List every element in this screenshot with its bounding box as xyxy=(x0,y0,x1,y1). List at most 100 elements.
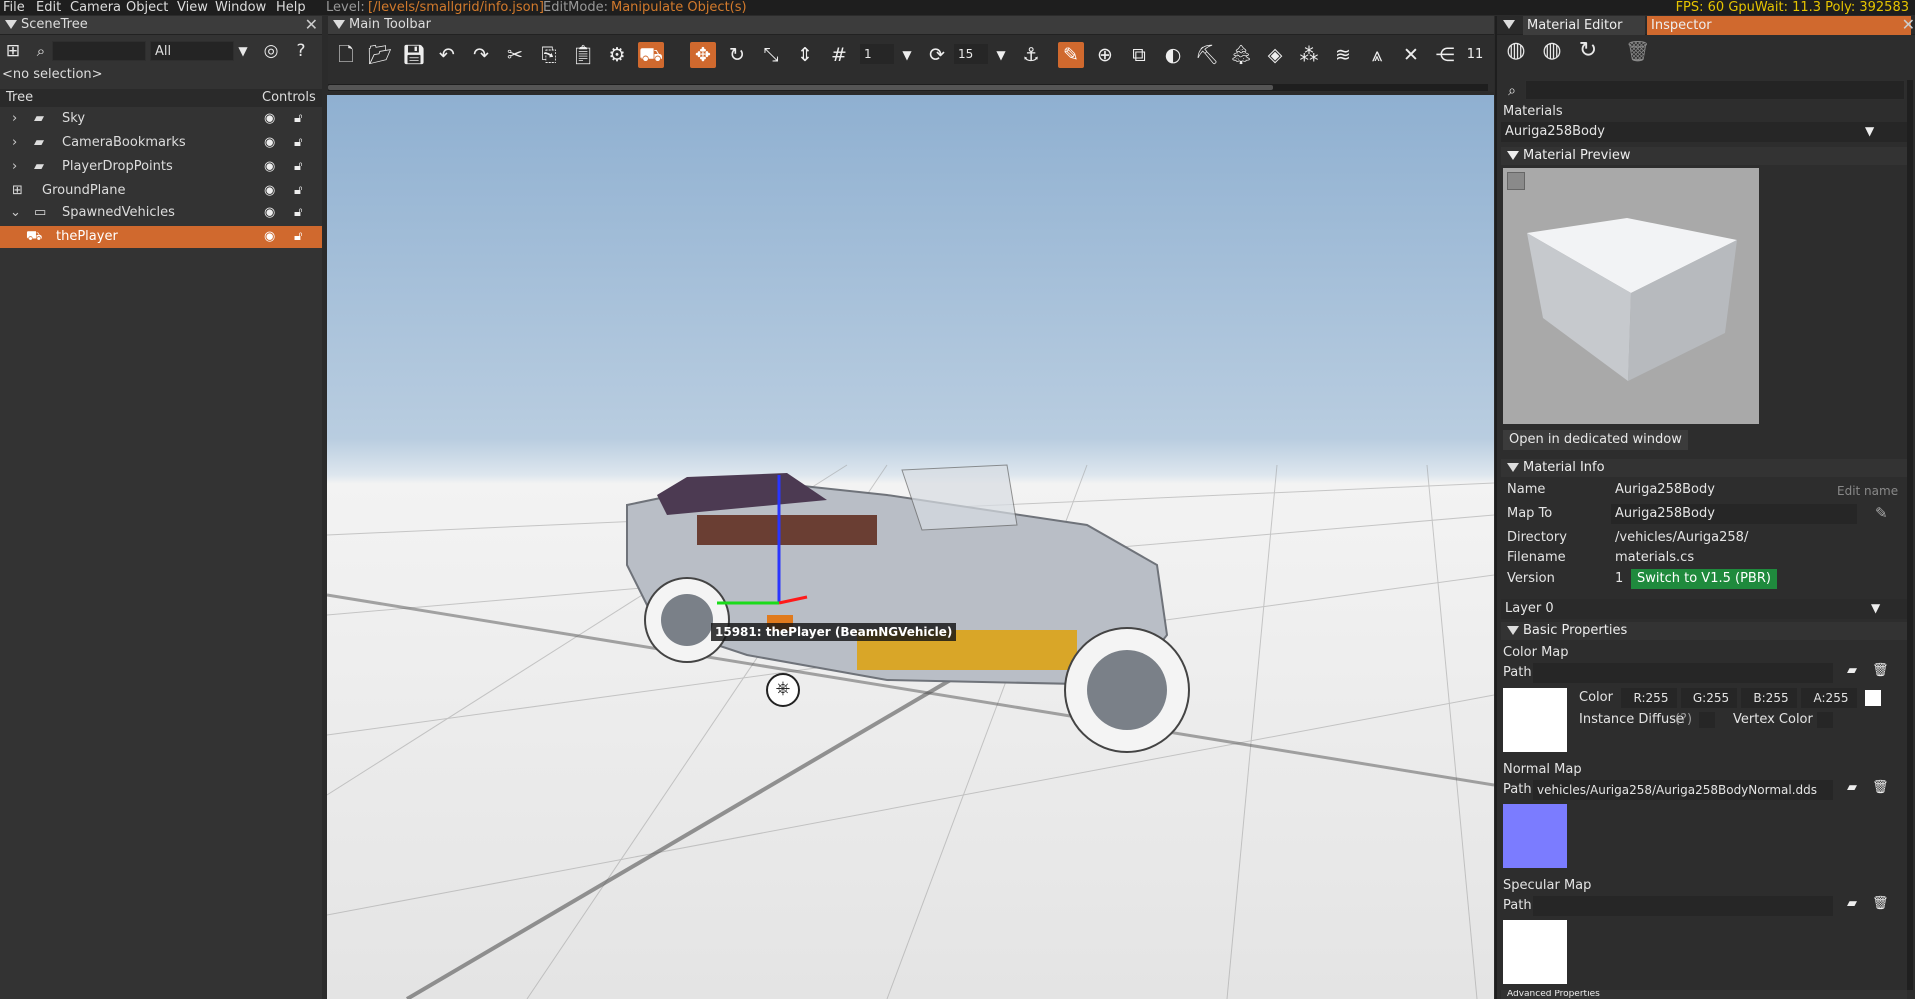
refresh-icon[interactable]: ↻ xyxy=(1577,40,1599,62)
lock-icon[interactable]: 🔓︎ xyxy=(294,226,302,248)
scrollbar-thumb[interactable] xyxy=(328,85,1273,90)
terrain-snap-icon[interactable]: ⚓︎ xyxy=(1018,42,1044,68)
trash-icon[interactable]: 🗑︎ xyxy=(1872,896,1889,911)
target-icon[interactable]: ◎ xyxy=(260,40,282,62)
material-sphere-icon[interactable]: ◍ xyxy=(1505,40,1527,62)
folder-icon[interactable]: ▰ xyxy=(1847,663,1857,678)
chevron-down-icon[interactable]: ▼ xyxy=(988,42,1014,68)
node-icon[interactable]: ✕ xyxy=(1398,42,1424,68)
settings-gear-icon[interactable]: ⚙ xyxy=(604,42,630,68)
chevron-right-icon[interactable]: › xyxy=(12,108,17,130)
chevron-right-icon[interactable]: › xyxy=(12,132,17,154)
visibility-eye-icon[interactable]: ◉ xyxy=(264,156,275,178)
menu-file[interactable]: File xyxy=(3,0,25,15)
menu-edit[interactable]: Edit xyxy=(36,0,61,15)
particles-icon[interactable]: ⁂ xyxy=(1296,42,1322,68)
tree-item-camerabookmarks[interactable]: › ▰ CameraBookmarks ◉ 🔓︎ xyxy=(0,132,322,154)
chevron-down-icon[interactable]: ⌄ xyxy=(10,202,21,224)
material-preview-section[interactable]: Material Preview xyxy=(1501,147,1907,165)
tab-material-editor[interactable]: Material Editor xyxy=(1523,16,1645,35)
close-icon[interactable]: ✕ xyxy=(1902,16,1915,34)
filter-select[interactable]: All xyxy=(150,41,234,61)
collapse-icon[interactable] xyxy=(1503,20,1515,29)
chevron-down-icon[interactable]: ▼ xyxy=(232,40,254,62)
specular-map-path-input[interactable] xyxy=(1533,896,1833,916)
edit-name-button[interactable]: Edit name xyxy=(1837,484,1898,498)
forest-icon[interactable]: 🌲︎ xyxy=(1228,42,1254,68)
vehicle-marker-icon[interactable]: ⎈ xyxy=(766,673,800,707)
cut-icon[interactable]: ✂ xyxy=(502,42,528,68)
toolbar-scrollbar[interactable] xyxy=(328,84,1488,91)
mapto-field[interactable]: Auriga258Body xyxy=(1611,504,1857,524)
redo-icon[interactable]: ↷ xyxy=(468,42,494,68)
visibility-eye-icon[interactable]: ◉ xyxy=(264,180,275,202)
visibility-eye-icon[interactable]: ◉ xyxy=(264,132,275,154)
tab-inspector[interactable]: Inspector xyxy=(1647,16,1911,35)
layer-select[interactable]: Layer 0 xyxy=(1501,599,1907,619)
collapse-icon[interactable] xyxy=(333,20,345,29)
pencil-icon[interactable]: ✎ xyxy=(1058,42,1084,68)
normal-map-path-input[interactable]: vehicles/Auriga258/Auriga258BodyNormal.d… xyxy=(1533,780,1833,800)
terrain-icon[interactable]: ≋ xyxy=(1330,42,1356,68)
trash-icon[interactable]: 🗑︎ xyxy=(1872,663,1889,678)
lighting-icon[interactable]: ◐ xyxy=(1160,42,1186,68)
basic-properties-section[interactable]: Basic Properties xyxy=(1501,622,1907,640)
layers-icon[interactable]: ◈ xyxy=(1262,42,1288,68)
menu-object[interactable]: Object xyxy=(126,0,168,15)
menu-window[interactable]: Window xyxy=(215,0,266,15)
material-info-section[interactable]: Material Info xyxy=(1501,459,1907,477)
lock-icon[interactable]: 🔓︎ xyxy=(294,132,302,154)
preview-checkbox[interactable] xyxy=(1507,172,1525,190)
search-input[interactable] xyxy=(52,41,146,61)
color-map-swatch[interactable] xyxy=(1503,688,1567,752)
align-icon[interactable]: ⇕ xyxy=(792,42,818,68)
rotation-snap-icon[interactable]: ⟳ xyxy=(924,42,950,68)
normal-map-swatch[interactable] xyxy=(1503,804,1567,868)
chevron-down-icon[interactable]: ▼ xyxy=(1865,124,1874,138)
trash-icon[interactable]: 🗑︎ xyxy=(1625,40,1650,62)
lock-icon[interactable]: 🔓︎ xyxy=(294,180,302,202)
help-icon[interactable]: ? xyxy=(290,40,312,62)
collapse-icon[interactable] xyxy=(1507,151,1519,160)
color-map-path-input[interactable] xyxy=(1533,663,1833,683)
open-in-window-button[interactable]: Open in dedicated window xyxy=(1503,430,1688,450)
color-preview-swatch[interactable] xyxy=(1865,690,1881,706)
pencil-icon[interactable]: ✎ xyxy=(1875,504,1888,522)
color-b-input[interactable]: B:255 xyxy=(1741,688,1797,708)
add-group-icon[interactable]: ⊞ xyxy=(2,40,24,62)
menu-camera[interactable]: Camera xyxy=(70,0,121,15)
undo-icon[interactable]: ↶ xyxy=(434,42,460,68)
visibility-eye-icon[interactable]: ◉ xyxy=(264,108,275,130)
add-object-icon[interactable]: ⊕ xyxy=(1092,42,1118,68)
lock-icon[interactable]: 🔓︎ xyxy=(294,156,302,178)
paint-roller-icon[interactable]: ⛏ xyxy=(1194,42,1220,68)
color-r-input[interactable]: R:255 xyxy=(1621,688,1677,708)
tree-item-spawnedvehicles[interactable]: ⌄ ▭ SpawnedVehicles ◉ 🔓︎ xyxy=(0,202,322,224)
close-icon[interactable]: ✕ xyxy=(305,16,318,34)
color-a-input[interactable]: A:255 xyxy=(1801,688,1857,708)
scale-icon[interactable]: ⤡ xyxy=(758,42,784,68)
collapse-icon[interactable] xyxy=(5,20,17,29)
grid-snap-icon[interactable]: # xyxy=(826,42,852,68)
3d-viewport[interactable]: 15981: thePlayer (BeamNGVehicle) ⎈ xyxy=(327,95,1494,999)
material-sphere-add-icon[interactable]: ◍ xyxy=(1541,40,1563,62)
tree-item-playerdroppoints[interactable]: › ▰ PlayerDropPoints ◉ 🔓︎ xyxy=(0,156,322,178)
advanced-properties-section[interactable]: Advanced Properties xyxy=(1501,990,1907,999)
tree-item-theplayer[interactable]: ⛟ thePlayer ◉ 🔓︎ xyxy=(0,226,322,248)
visibility-eye-icon[interactable]: ◉ xyxy=(264,202,275,224)
color-g-input[interactable]: G:255 xyxy=(1681,688,1737,708)
road-lanes-icon[interactable]: ⩓ xyxy=(1364,42,1390,68)
vehicle-mode-icon[interactable]: ⛟ xyxy=(638,42,664,68)
open-folder-icon[interactable]: 📂︎ xyxy=(367,42,393,68)
save-icon[interactable]: 💾︎ xyxy=(401,42,427,68)
material-select[interactable]: Auriga258Body xyxy=(1501,122,1907,142)
share-icon[interactable]: ⋲ xyxy=(1432,42,1458,68)
rotation-snap-input[interactable]: 15 xyxy=(954,44,988,64)
folder-icon[interactable]: ▰ xyxy=(1847,780,1857,795)
menu-help[interactable]: Help xyxy=(276,0,306,15)
switch-pbr-button[interactable]: Switch to V1.5 (PBR) xyxy=(1631,569,1777,589)
paste-icon[interactable]: 📋︎ xyxy=(570,42,596,68)
tree-item-sky[interactable]: › ▰ Sky ◉ 🔓︎ xyxy=(0,108,322,130)
vehicle-model[interactable] xyxy=(626,464,1190,753)
vertex-color-checkbox[interactable] xyxy=(1817,712,1833,728)
